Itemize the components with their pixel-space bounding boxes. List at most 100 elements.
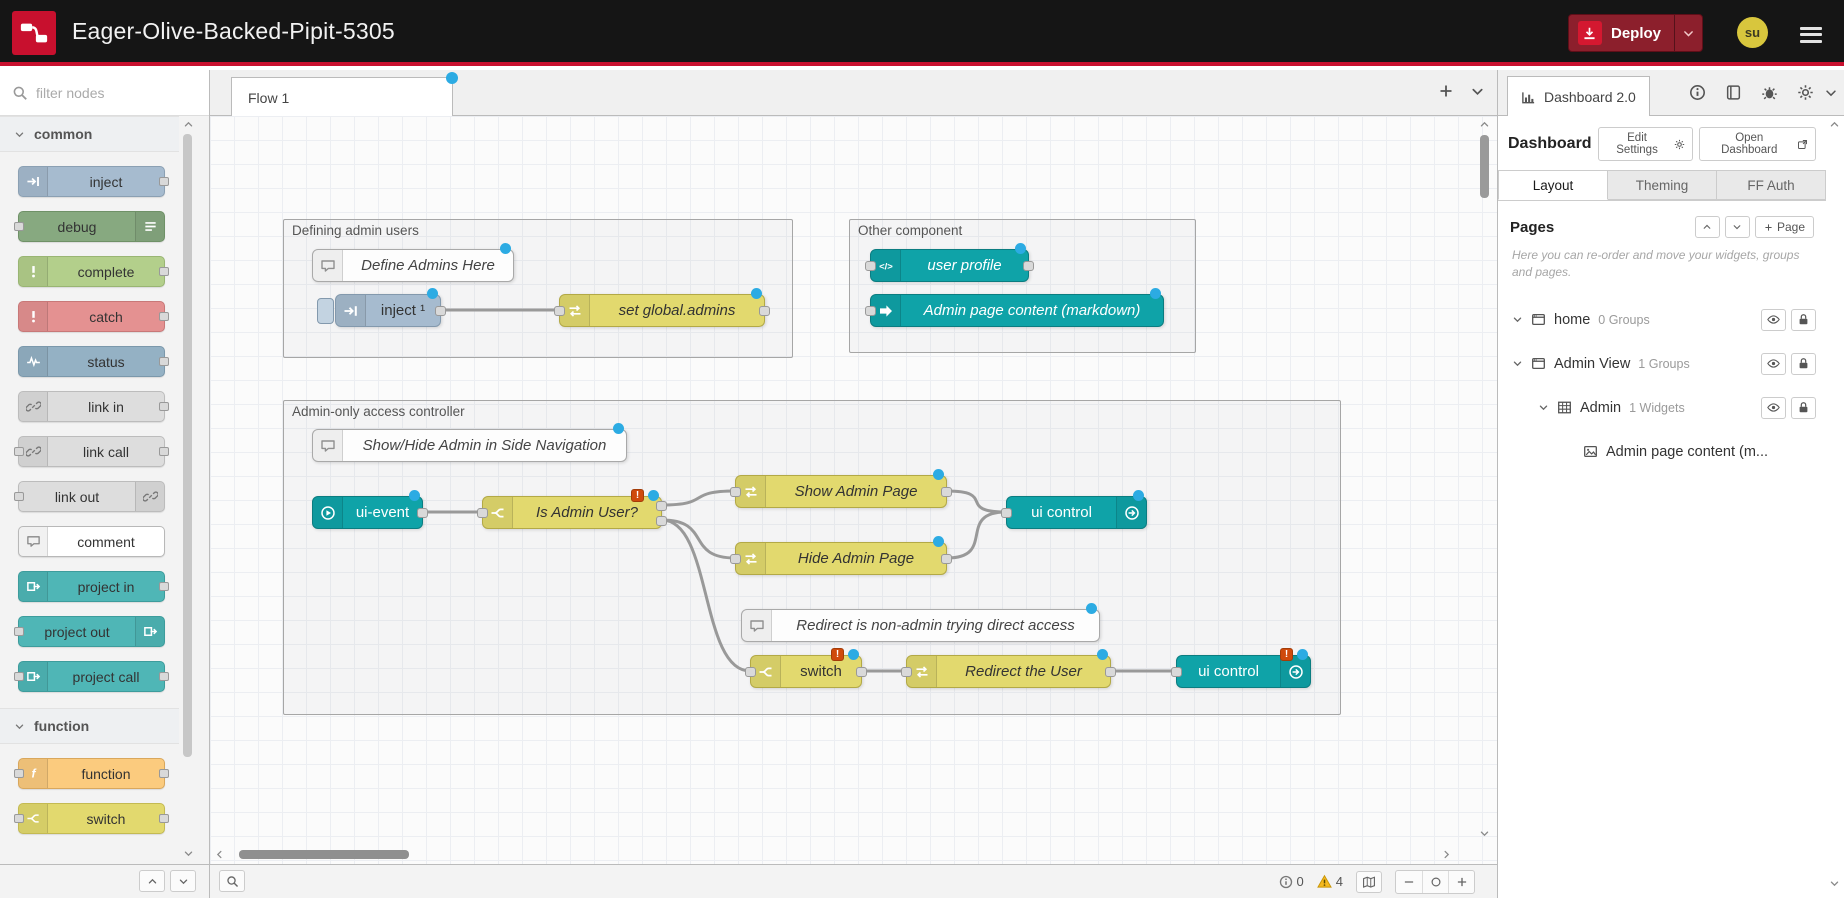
deploy-button[interactable]: Deploy	[1568, 14, 1703, 52]
input-port[interactable]	[745, 667, 756, 677]
output-port-1[interactable]	[656, 516, 667, 526]
lock-button[interactable]	[1791, 397, 1816, 419]
lock-button[interactable]	[1791, 353, 1816, 375]
input-port[interactable]	[1001, 508, 1012, 518]
zoom-reset-button[interactable]	[1422, 871, 1448, 893]
node-ui-control-1[interactable]: ui control	[1006, 496, 1147, 529]
zoom-out-button[interactable]	[1396, 871, 1422, 893]
palette-node-project-in[interactable]: project in	[18, 571, 165, 602]
canvas-scroll-left[interactable]	[213, 848, 226, 861]
sidebar-scroll-down[interactable]	[1828, 877, 1841, 890]
palette-scrollbar-thumb[interactable]	[183, 134, 192, 757]
tree-item-home[interactable]: home0 Groups	[1498, 305, 1826, 335]
wire[interactable]	[947, 512, 1006, 558]
add-flow-button[interactable]	[1438, 83, 1454, 99]
palette-scroll-up[interactable]	[182, 118, 195, 131]
canvas-horizontal-scrollbar[interactable]	[213, 848, 1453, 862]
tab-layout[interactable]: Layout	[1498, 170, 1608, 200]
open-dashboard-button[interactable]: Open Dashboard	[1699, 127, 1816, 161]
sidebar-help-tab[interactable]	[1725, 84, 1742, 101]
sidebar-scroll-up[interactable]	[1828, 118, 1841, 131]
sidebar-info-tab[interactable]	[1689, 84, 1706, 101]
palette-node-catch[interactable]: catch	[18, 301, 165, 332]
input-port[interactable]	[865, 261, 876, 271]
canvas-scroll-up[interactable]	[1478, 118, 1491, 131]
node-ui-event[interactable]: ui-event	[312, 496, 423, 529]
sidebar-tab-menu-button[interactable]	[1824, 86, 1838, 100]
node-is-admin-user[interactable]: Is Admin User?!	[482, 496, 662, 529]
node-redirect-the-user[interactable]: Redirect the User	[906, 655, 1111, 688]
palette-node-link-call[interactable]: link call	[18, 436, 165, 467]
input-port[interactable]	[730, 487, 741, 497]
inject-run-button[interactable]	[317, 298, 334, 324]
info-count[interactable]: 0	[1279, 874, 1304, 889]
canvas-scroll-down[interactable]	[1478, 827, 1491, 840]
node-comment-redirect-non-admin[interactable]: Redirect is non-admin trying direct acce…	[741, 609, 1100, 642]
palette-category-common[interactable]: common	[0, 116, 179, 152]
palette-node-complete[interactable]: complete	[18, 256, 165, 287]
main-menu-button[interactable]	[1800, 23, 1822, 46]
search-flows-button[interactable]	[219, 870, 245, 892]
input-port[interactable]	[1171, 667, 1182, 677]
node-inject[interactable]: inject ¹	[335, 294, 441, 327]
output-port-0[interactable]	[856, 667, 867, 677]
user-avatar[interactable]: su	[1737, 17, 1768, 48]
input-port[interactable]	[901, 667, 912, 677]
output-port-0[interactable]	[941, 554, 952, 564]
palette-node-debug[interactable]: debug	[18, 211, 165, 242]
palette-scroll-down[interactable]	[182, 847, 195, 860]
wire[interactable]	[662, 520, 735, 558]
tree-item-admin-view[interactable]: Admin View1 Groups	[1498, 349, 1826, 379]
output-port-0[interactable]	[1023, 261, 1034, 271]
node-show-admin-page[interactable]: Show Admin Page	[735, 475, 947, 508]
node-switch[interactable]: switch!	[750, 655, 862, 688]
palette-node-inject[interactable]: inject	[18, 166, 165, 197]
node-admin-page-content-markdown[interactable]: Admin page content (markdown)	[870, 294, 1164, 327]
palette-scrollbar[interactable]	[182, 118, 194, 860]
canvas-vscroll-thumb[interactable]	[1480, 135, 1489, 198]
palette-node-switch[interactable]: switch	[18, 803, 165, 834]
tab-list-button[interactable]	[1470, 83, 1485, 99]
canvas-hscroll-thumb[interactable]	[239, 850, 409, 859]
input-port[interactable]	[730, 554, 741, 564]
tab-ff-auth[interactable]: FF Auth	[1717, 170, 1826, 200]
tree-item-admin[interactable]: Admin1 Widgets	[1498, 393, 1826, 423]
sidebar-config-tab[interactable]	[1797, 84, 1814, 101]
palette-expand-all-button[interactable]	[170, 870, 196, 892]
input-port[interactable]	[865, 306, 876, 316]
node-comment-show-hide-admin[interactable]: Show/Hide Admin in Side Navigation	[312, 429, 627, 462]
wire[interactable]	[947, 491, 1006, 512]
warning-count[interactable]: 4	[1317, 874, 1343, 889]
visibility-button[interactable]	[1761, 309, 1786, 331]
output-port-0[interactable]	[417, 508, 428, 518]
filter-nodes-input[interactable]	[0, 70, 209, 115]
node-comment-define-admins-here[interactable]: Define Admins Here	[312, 249, 514, 282]
add-page-button[interactable]: Page	[1755, 216, 1814, 238]
tab-dashboard-2[interactable]: Dashboard 2.0	[1507, 76, 1650, 117]
visibility-button[interactable]	[1761, 397, 1786, 419]
palette-node-project-call[interactable]: project call	[18, 661, 165, 692]
zoom-in-button[interactable]	[1448, 871, 1474, 893]
flow-canvas[interactable]: Defining admin usersOther componentAdmin…	[210, 116, 1497, 864]
node-ui-control-2[interactable]: ui control!	[1176, 655, 1311, 688]
output-port-0[interactable]	[656, 501, 667, 511]
tab-flow-1[interactable]: Flow 1	[231, 77, 453, 117]
canvas-scroll-right[interactable]	[1440, 848, 1453, 861]
canvas-vertical-scrollbar[interactable]	[1478, 118, 1492, 840]
input-port[interactable]	[554, 306, 565, 316]
palette-node-function[interactable]: ffunction	[18, 758, 165, 789]
output-port-0[interactable]	[435, 306, 446, 316]
palette-node-link-in[interactable]: link in	[18, 391, 165, 422]
wire[interactable]	[662, 491, 735, 505]
lock-button[interactable]	[1791, 309, 1816, 331]
output-port-0[interactable]	[759, 306, 770, 316]
palette-category-function[interactable]: function	[0, 708, 179, 744]
palette-node-status[interactable]: status	[18, 346, 165, 377]
input-port[interactable]	[477, 508, 488, 518]
expand-pages-button[interactable]	[1725, 216, 1750, 238]
navigator-button[interactable]	[1356, 871, 1382, 893]
node-hide-admin-page[interactable]: Hide Admin Page	[735, 542, 947, 575]
edit-settings-button[interactable]: Edit Settings	[1598, 127, 1693, 161]
tree-item-admin-page-content-m[interactable]: Admin page content (m...	[1498, 437, 1826, 467]
deploy-options-button[interactable]	[1675, 15, 1702, 51]
